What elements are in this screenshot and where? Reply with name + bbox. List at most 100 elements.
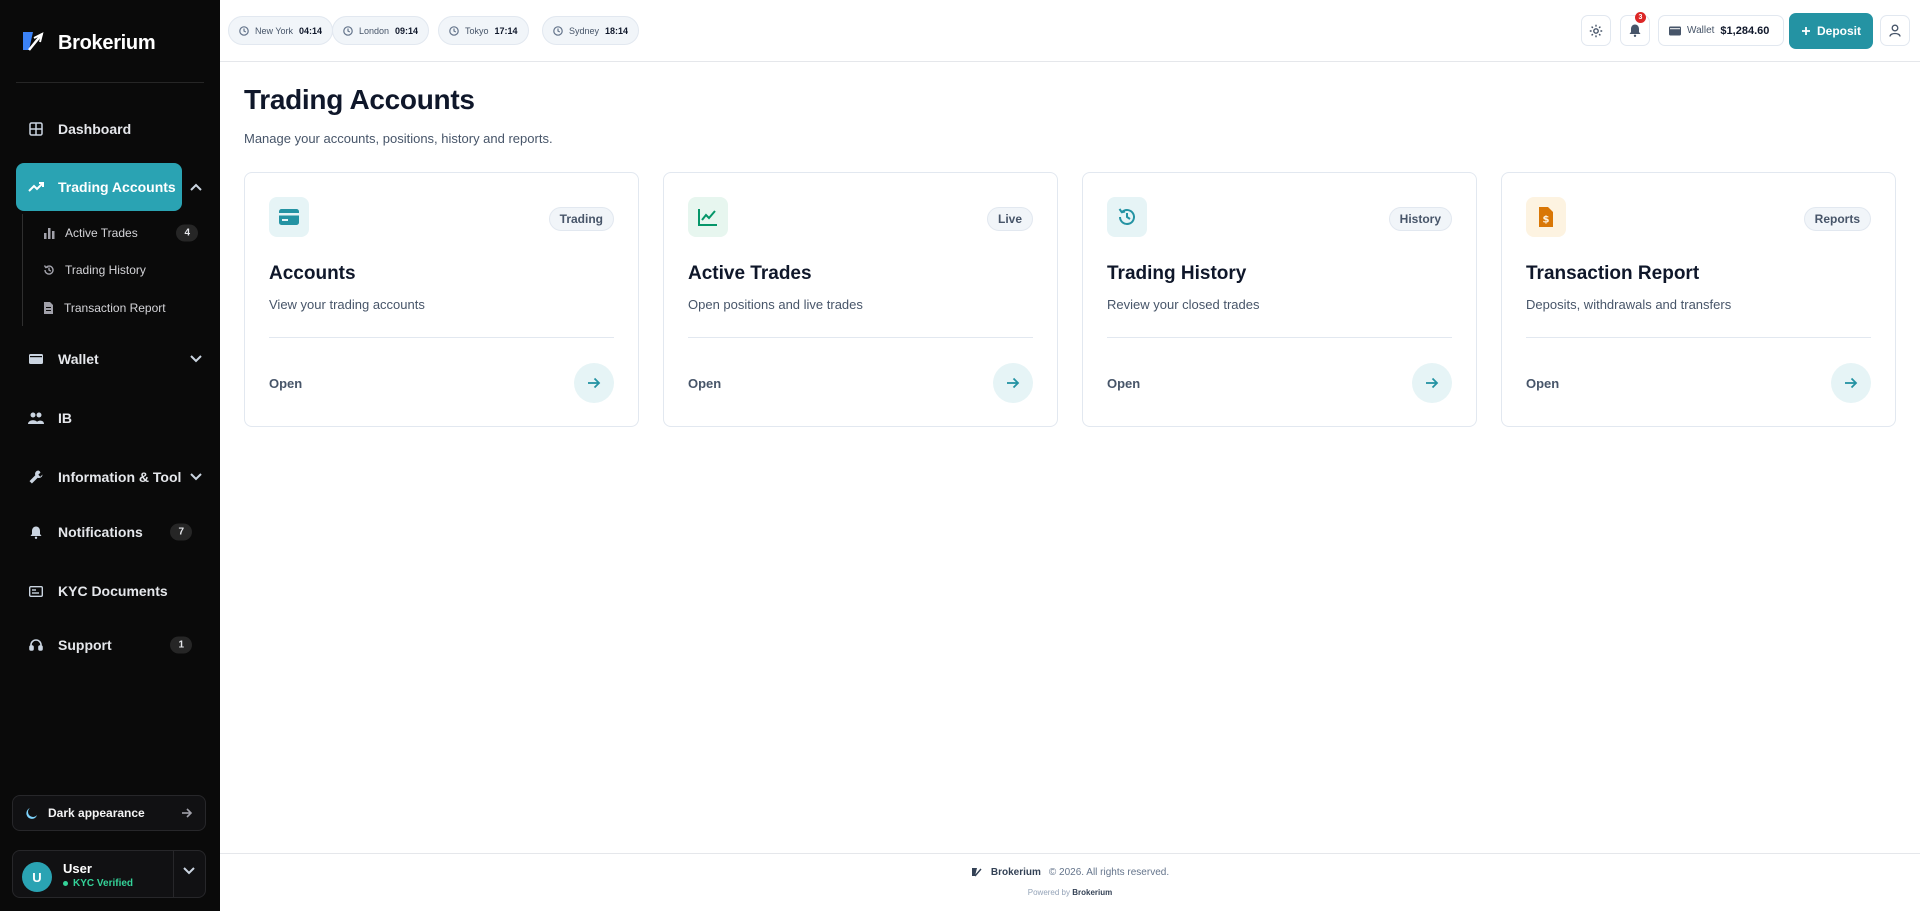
brand-logo-icon xyxy=(20,28,46,59)
sidebar-item-information-tool[interactable]: Information & Tool xyxy=(16,457,204,497)
notifications-count-badge: 7 xyxy=(170,523,192,541)
user-card[interactable]: U User KYC Verified xyxy=(12,850,206,898)
brand[interactable]: Brokerium xyxy=(20,28,156,59)
kyc-status: KYC Verified xyxy=(63,878,133,889)
card-open-link[interactable]: Open xyxy=(269,376,302,391)
clock-city: Tokyo xyxy=(465,25,489,36)
card-open-link[interactable]: Open xyxy=(688,376,721,391)
powered-by-prefix: Powered by xyxy=(1027,888,1070,897)
users-icon xyxy=(28,410,44,426)
card-open-link[interactable]: Open xyxy=(1526,376,1559,391)
arrow-right-icon xyxy=(587,377,601,389)
sidebar-subitem-active-trades[interactable]: Active Trades 4 xyxy=(43,221,204,245)
card-title: Accounts xyxy=(269,263,356,284)
arrow-right-icon xyxy=(181,808,193,818)
card-tag: Reports xyxy=(1803,207,1871,231)
dark-appearance-label: Dark appearance xyxy=(48,806,145,820)
open-arrow-button[interactable] xyxy=(574,363,614,403)
sidebar-item-dashboard[interactable]: Dashboard xyxy=(16,109,204,149)
clock-time: 04:14 xyxy=(299,25,323,36)
wrench-icon xyxy=(28,469,44,485)
clock-city: New York xyxy=(255,25,294,36)
plus-icon xyxy=(1801,26,1811,36)
sidebar-item-label: Wallet xyxy=(58,351,99,367)
bell-icon xyxy=(1629,24,1641,37)
chevron-down-icon[interactable] xyxy=(188,351,204,367)
chevron-down-icon[interactable] xyxy=(183,867,195,875)
clock-new-york: New York 04:14 xyxy=(228,16,334,45)
card-tag: Trading xyxy=(548,207,614,231)
deposit-label: Deposit xyxy=(1816,24,1861,38)
card-accounts[interactable]: Trading Accounts View your trading accou… xyxy=(244,172,639,427)
sidebar-item-label: IB xyxy=(58,410,72,426)
settings-button[interactable] xyxy=(1581,15,1611,46)
file-dollar-icon: $ xyxy=(1526,197,1566,237)
sidebar-item-trading-accounts[interactable]: Trading Accounts xyxy=(16,163,182,211)
open-arrow-button[interactable] xyxy=(1831,363,1871,403)
sidebar-item-support[interactable]: Support 1 xyxy=(16,625,204,665)
file-icon xyxy=(43,302,54,314)
footer-brand[interactable]: Brokerium xyxy=(991,867,1041,878)
card-divider xyxy=(1107,337,1452,338)
user-card-separator xyxy=(173,851,174,897)
card-divider xyxy=(1526,337,1871,338)
footer-powered-by: Powered by Brokerium xyxy=(220,888,1920,897)
clock-sydney: Sydney 18:14 xyxy=(542,16,640,45)
page-subtitle: Manage your accounts, positions, history… xyxy=(244,131,553,146)
brand-name: Brokerium xyxy=(58,32,156,54)
clock-icon xyxy=(239,25,249,36)
card-description: View your trading accounts xyxy=(269,297,425,312)
headset-icon xyxy=(28,637,44,653)
profile-button[interactable] xyxy=(1880,15,1910,46)
sidebar-item-ib[interactable]: IB xyxy=(16,398,204,438)
notifications-count-badge: 3 xyxy=(1635,12,1646,23)
arrow-right-icon xyxy=(1006,377,1020,389)
sidebar-subitem-transaction-report[interactable]: Transaction Report xyxy=(43,296,204,320)
card-title: Trading History xyxy=(1107,263,1247,284)
open-arrow-button[interactable] xyxy=(993,363,1033,403)
card-open-link[interactable]: Open xyxy=(1107,376,1140,391)
sidebar-subitem-label: Transaction Report xyxy=(64,301,166,315)
card-divider xyxy=(269,337,614,338)
kyc-status-label: KYC Verified xyxy=(73,878,134,889)
card-title: Transaction Report xyxy=(1526,263,1700,284)
clock-city: Sydney xyxy=(569,25,600,36)
footer: Brokerium © 2026. All rights reserved. P… xyxy=(220,853,1920,911)
history-icon xyxy=(1107,197,1147,237)
card-transaction-report[interactable]: $ Reports Transaction Report Deposits, w… xyxy=(1501,172,1896,427)
notifications-button[interactable]: 3 xyxy=(1620,12,1650,46)
chevron-up-icon[interactable] xyxy=(188,179,204,195)
deposit-button[interactable]: Deposit xyxy=(1789,13,1873,49)
card-description: Deposits, withdrawals and transfers xyxy=(1526,297,1732,312)
arrow-right-icon xyxy=(1425,377,1439,389)
bell-icon xyxy=(28,524,44,540)
brand-logo-icon xyxy=(971,866,983,878)
powered-by-brand[interactable]: Brokerium xyxy=(1072,888,1112,897)
wallet-amount: $1,284.60 xyxy=(1720,24,1770,37)
sidebar-item-wallet[interactable]: Wallet xyxy=(16,339,204,379)
sidebar-subitem-label: Active Trades xyxy=(65,226,138,240)
wallet-icon xyxy=(28,351,44,367)
card-description: Open positions and live trades xyxy=(688,297,863,312)
chevron-down-icon[interactable] xyxy=(188,469,204,485)
open-arrow-button[interactable] xyxy=(1412,363,1452,403)
sidebar-item-kyc-documents[interactable]: KYC Documents xyxy=(16,571,204,611)
clock-city: London xyxy=(359,25,390,36)
wallet-balance[interactable]: Wallet $1,284.60 xyxy=(1658,15,1784,46)
footer-copyright: © 2026. All rights reserved. xyxy=(1048,866,1170,878)
active-trades-count-badge: 4 xyxy=(176,224,198,242)
sidebar-item-label: Notifications xyxy=(58,524,143,540)
user-name: User xyxy=(63,861,92,876)
id-card-icon xyxy=(28,583,44,599)
wallet-label: Wallet xyxy=(1687,25,1715,36)
trending-up-icon xyxy=(28,179,44,195)
card-tag: Live xyxy=(986,207,1033,231)
clock-london: London 09:14 xyxy=(332,16,430,45)
card-trading-history[interactable]: History Trading History Review your clos… xyxy=(1082,172,1477,427)
card-active-trades[interactable]: Live Active Trades Open positions and li… xyxy=(663,172,1058,427)
line-chart-icon xyxy=(688,197,728,237)
sidebar-item-label: KYC Documents xyxy=(58,583,168,599)
sidebar-subitem-trading-history[interactable]: Trading History xyxy=(43,258,204,282)
dark-appearance-toggle[interactable]: Dark appearance xyxy=(12,795,206,831)
sidebar-item-notifications[interactable]: Notifications 7 xyxy=(16,512,204,552)
